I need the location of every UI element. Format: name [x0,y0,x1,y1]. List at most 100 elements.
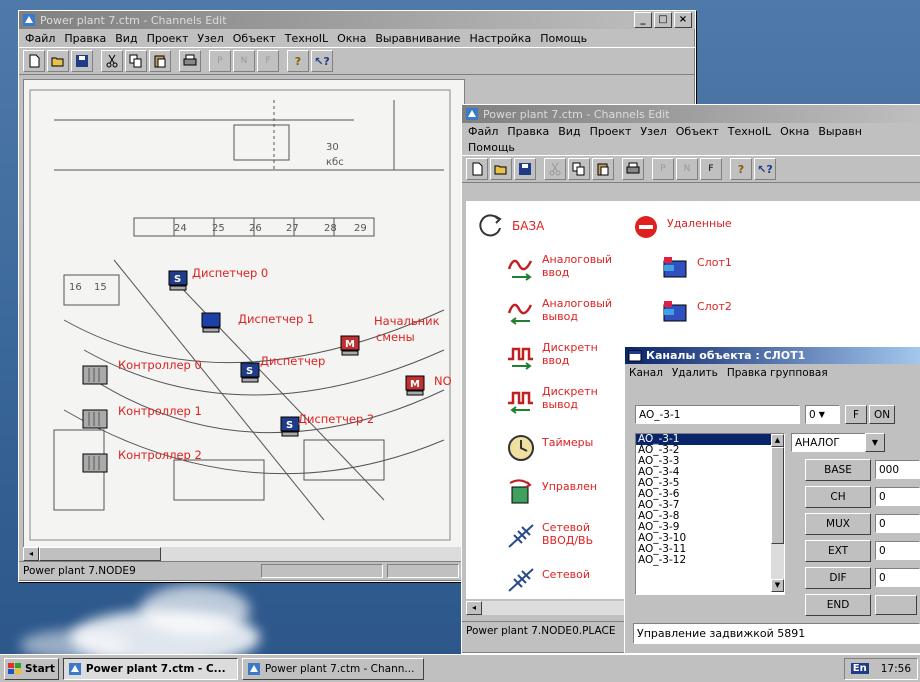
param-base-button[interactable]: BASE [805,459,871,481]
param-end-button[interactable]: END [805,594,871,616]
menu-node[interactable]: Узел [197,32,223,45]
menu-windows[interactable]: Окна [780,125,809,138]
object-base[interactable]: БАЗА [476,211,544,241]
menu-settings[interactable]: Настройка [469,32,531,45]
horizontal-scrollbar[interactable]: ◂ [23,547,463,561]
cut-button[interactable] [544,158,566,180]
paste-button[interactable] [149,50,171,72]
object-slot2[interactable]: Слот2 [661,297,732,327]
save-button[interactable] [71,50,93,72]
object-channels-dialog[interactable]: Каналы объекта : СЛОТ1 Канал Удалить Пра… [624,346,920,654]
taskbar-item-window-2[interactable]: Power plant 7.ctm - Chann... [241,657,424,680]
cut-button[interactable] [101,50,123,72]
help-button[interactable]: ? [730,158,752,180]
copy-button[interactable] [568,158,590,180]
param-dif-value[interactable]: 0 [875,568,920,587]
scroll-thumb[interactable] [771,447,784,544]
scroll-up-button[interactable]: ▲ [771,434,784,447]
param-dif-button[interactable]: DIF [805,567,871,589]
channel-list[interactable]: AO_-3-1 AO_-3-2 AO_-3-3 AO_-3-4 AO_-3-5 … [635,433,785,595]
controller-0-icon[interactable] [82,364,108,386]
open-file-button[interactable] [47,50,69,72]
shift-chief-m-icon[interactable]: M [339,335,361,357]
scroll-thumb[interactable] [39,547,161,561]
param-end-value[interactable] [875,595,917,615]
f-button[interactable]: F [845,405,867,424]
maximize-button[interactable]: □ [654,12,672,28]
floor-plan-canvas[interactable]: 30 кбс 24 25 26 27 28 29 16 15 S Диспетчер 0 Д… [23,79,465,549]
menu-project[interactable]: Проект [147,32,189,45]
menu-windows[interactable]: Окна [337,32,366,45]
context-help-button[interactable]: ↖? [311,50,333,72]
channel-name-field[interactable]: AO_-3-1 [635,405,800,424]
channel-description-field[interactable]: Управление задвижкой 5891 [633,623,920,644]
param-base-value[interactable]: 000 [875,460,920,479]
tool-f-button[interactable]: F [700,158,722,180]
param-mux-button[interactable]: MUX [805,513,871,535]
dispatcher-1-monitor-icon[interactable] [200,312,222,334]
param-ch-button[interactable]: CH [805,486,871,508]
param-ext-value[interactable]: 0 [875,541,920,560]
open-file-button[interactable] [490,158,512,180]
menu-project[interactable]: Проект [590,125,632,138]
type-select[interactable]: АНАЛОГ [791,433,866,452]
menu-edit[interactable]: Правка [507,125,549,138]
minimize-button[interactable]: _ [634,12,652,28]
dialog-titlebar[interactable]: Каналы объекта : СЛОТ1 [625,347,920,364]
new-file-button[interactable] [23,50,45,72]
help-button[interactable]: ? [287,50,309,72]
object-network-io[interactable]: Сетевой ВВОД/ВЬ [506,521,593,551]
print-button[interactable] [179,50,201,72]
scroll-down-button[interactable]: ▼ [771,579,784,592]
close-button[interactable]: × [674,12,692,28]
channel-list-item[interactable]: AO_-3-12 [636,555,784,566]
object-slot1[interactable]: Слот1 [661,253,732,283]
dispatcher-s-icon[interactable]: S [167,270,189,292]
menu-align[interactable]: Выравнивание [375,32,460,45]
param-mux-value[interactable]: 0 [875,514,920,533]
scroll-left-button[interactable]: ◂ [466,601,482,615]
menu-object[interactable]: Объект [233,32,276,45]
menu-align[interactable]: Выравн [818,125,862,138]
taskbar-item-window-1[interactable]: Power plant 7.ctm - C... [62,657,238,680]
menu-object[interactable]: Объект [676,125,719,138]
object-discrete-input[interactable]: Дискретн ввод [506,341,598,371]
window-titlebar[interactable]: Power plant 7.ctm - Channels Edit _ □ × [19,11,695,29]
param-ch-value[interactable]: 0 [875,487,920,506]
tool-p-button[interactable]: P [652,158,674,180]
param-ext-button[interactable]: EXT [805,540,871,562]
controller-2-icon[interactable] [82,452,108,474]
controller-1-icon[interactable] [82,408,108,430]
type-dropdown-button[interactable]: ▼ [865,433,885,452]
context-help-button[interactable]: ↖? [754,158,776,180]
menu-channel[interactable]: Канал [629,367,663,379]
object-deleted[interactable]: Удаленные [631,211,732,241]
menu-node[interactable]: Узел [640,125,666,138]
menu-group-edit[interactable]: Правка групповая [727,367,828,379]
object-analog-input[interactable]: Аналоговый ввод [506,253,612,283]
tool-p-button[interactable]: P [209,50,231,72]
scroll-left-button[interactable]: ◂ [23,547,39,561]
tool-n-button[interactable]: N [233,50,255,72]
menu-delete[interactable]: Удалить [672,367,718,379]
menu-file[interactable]: Файл [25,32,55,45]
copy-button[interactable] [125,50,147,72]
new-file-button[interactable] [466,158,488,180]
number-select[interactable]: 0 ▼ [805,405,840,424]
object-timers[interactable]: Таймеры [506,433,593,463]
menu-help[interactable]: Помощь [540,32,587,45]
tool-f-button[interactable]: F [257,50,279,72]
menu-edit[interactable]: Правка [64,32,106,45]
menu-file[interactable]: Файл [468,125,498,138]
window-titlebar[interactable]: Power plant 7.ctm - Channels Edit [462,105,920,123]
object-network[interactable]: Сетевой [506,565,590,595]
paste-button[interactable] [592,158,614,180]
object-analog-output[interactable]: Аналоговый вывод [506,297,612,327]
menu-help[interactable]: Помощь [468,141,515,154]
start-button[interactable]: Start [4,657,59,680]
save-button[interactable] [514,158,536,180]
list-scrollbar[interactable]: ▲ ▼ [771,434,784,592]
tool-n-button[interactable]: N [676,158,698,180]
menu-view[interactable]: Вид [115,32,137,45]
object-discrete-output[interactable]: Дискретн вывод [506,385,598,415]
